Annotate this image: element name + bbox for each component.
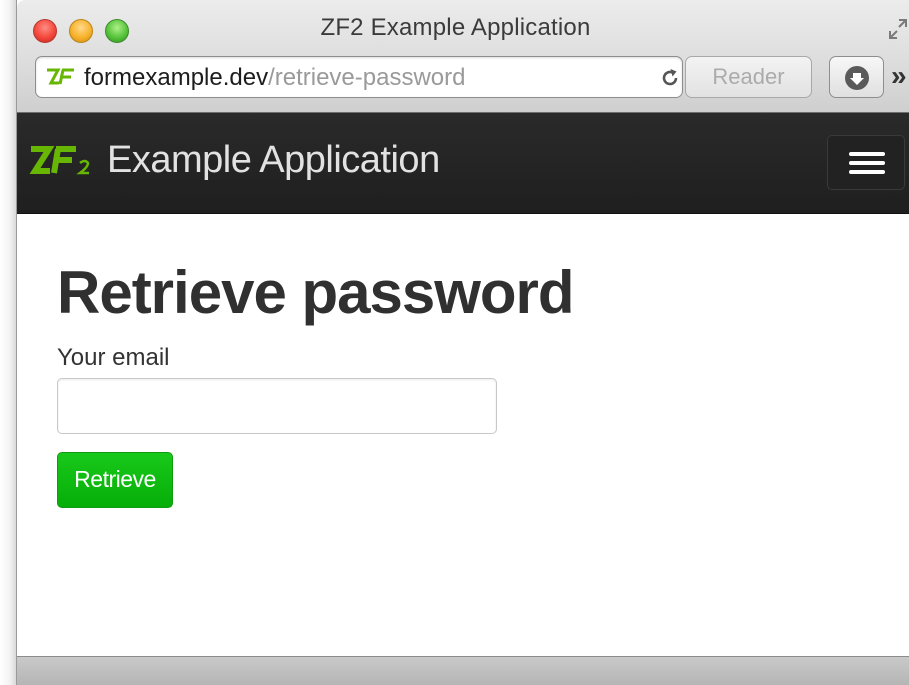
- url-text[interactable]: formexample.dev/retrieve-password: [84, 64, 465, 92]
- browser-window: ZF2 Example Application formexample.dev/…: [16, 0, 909, 685]
- address-bar[interactable]: formexample.dev/retrieve-password: [35, 56, 683, 98]
- hamburger-icon: [849, 152, 885, 156]
- page-title: Retrieve password: [57, 259, 575, 326]
- download-button[interactable]: [829, 56, 884, 98]
- more-toolbar-items[interactable]: »: [891, 60, 907, 92]
- zf2-logo[interactable]: [29, 143, 91, 177]
- menu-toggle-button[interactable]: [827, 135, 905, 190]
- browser-toolbar: ZF2 Example Application formexample.dev/…: [17, 0, 909, 113]
- desktop-edge: [0, 0, 16, 685]
- fullscreen-icon[interactable]: [888, 18, 908, 40]
- url-domain: formexample.dev: [84, 64, 269, 91]
- reader-button[interactable]: Reader: [685, 56, 812, 98]
- reload-icon[interactable]: [658, 66, 682, 90]
- brand-name[interactable]: Example Application: [107, 139, 440, 182]
- email-label: Your email: [57, 344, 170, 371]
- email-field[interactable]: [57, 378, 497, 434]
- zf2-favicon: [47, 68, 74, 85]
- download-icon: [845, 66, 869, 90]
- page-content: Retrieve password Your email Retrieve: [17, 214, 909, 656]
- retrieve-button[interactable]: Retrieve: [57, 452, 173, 508]
- url-path: /retrieve-password: [268, 64, 466, 91]
- status-bar: [17, 656, 909, 685]
- site-navbar: Example Application: [17, 113, 909, 214]
- window-title: ZF2 Example Application: [320, 14, 591, 41]
